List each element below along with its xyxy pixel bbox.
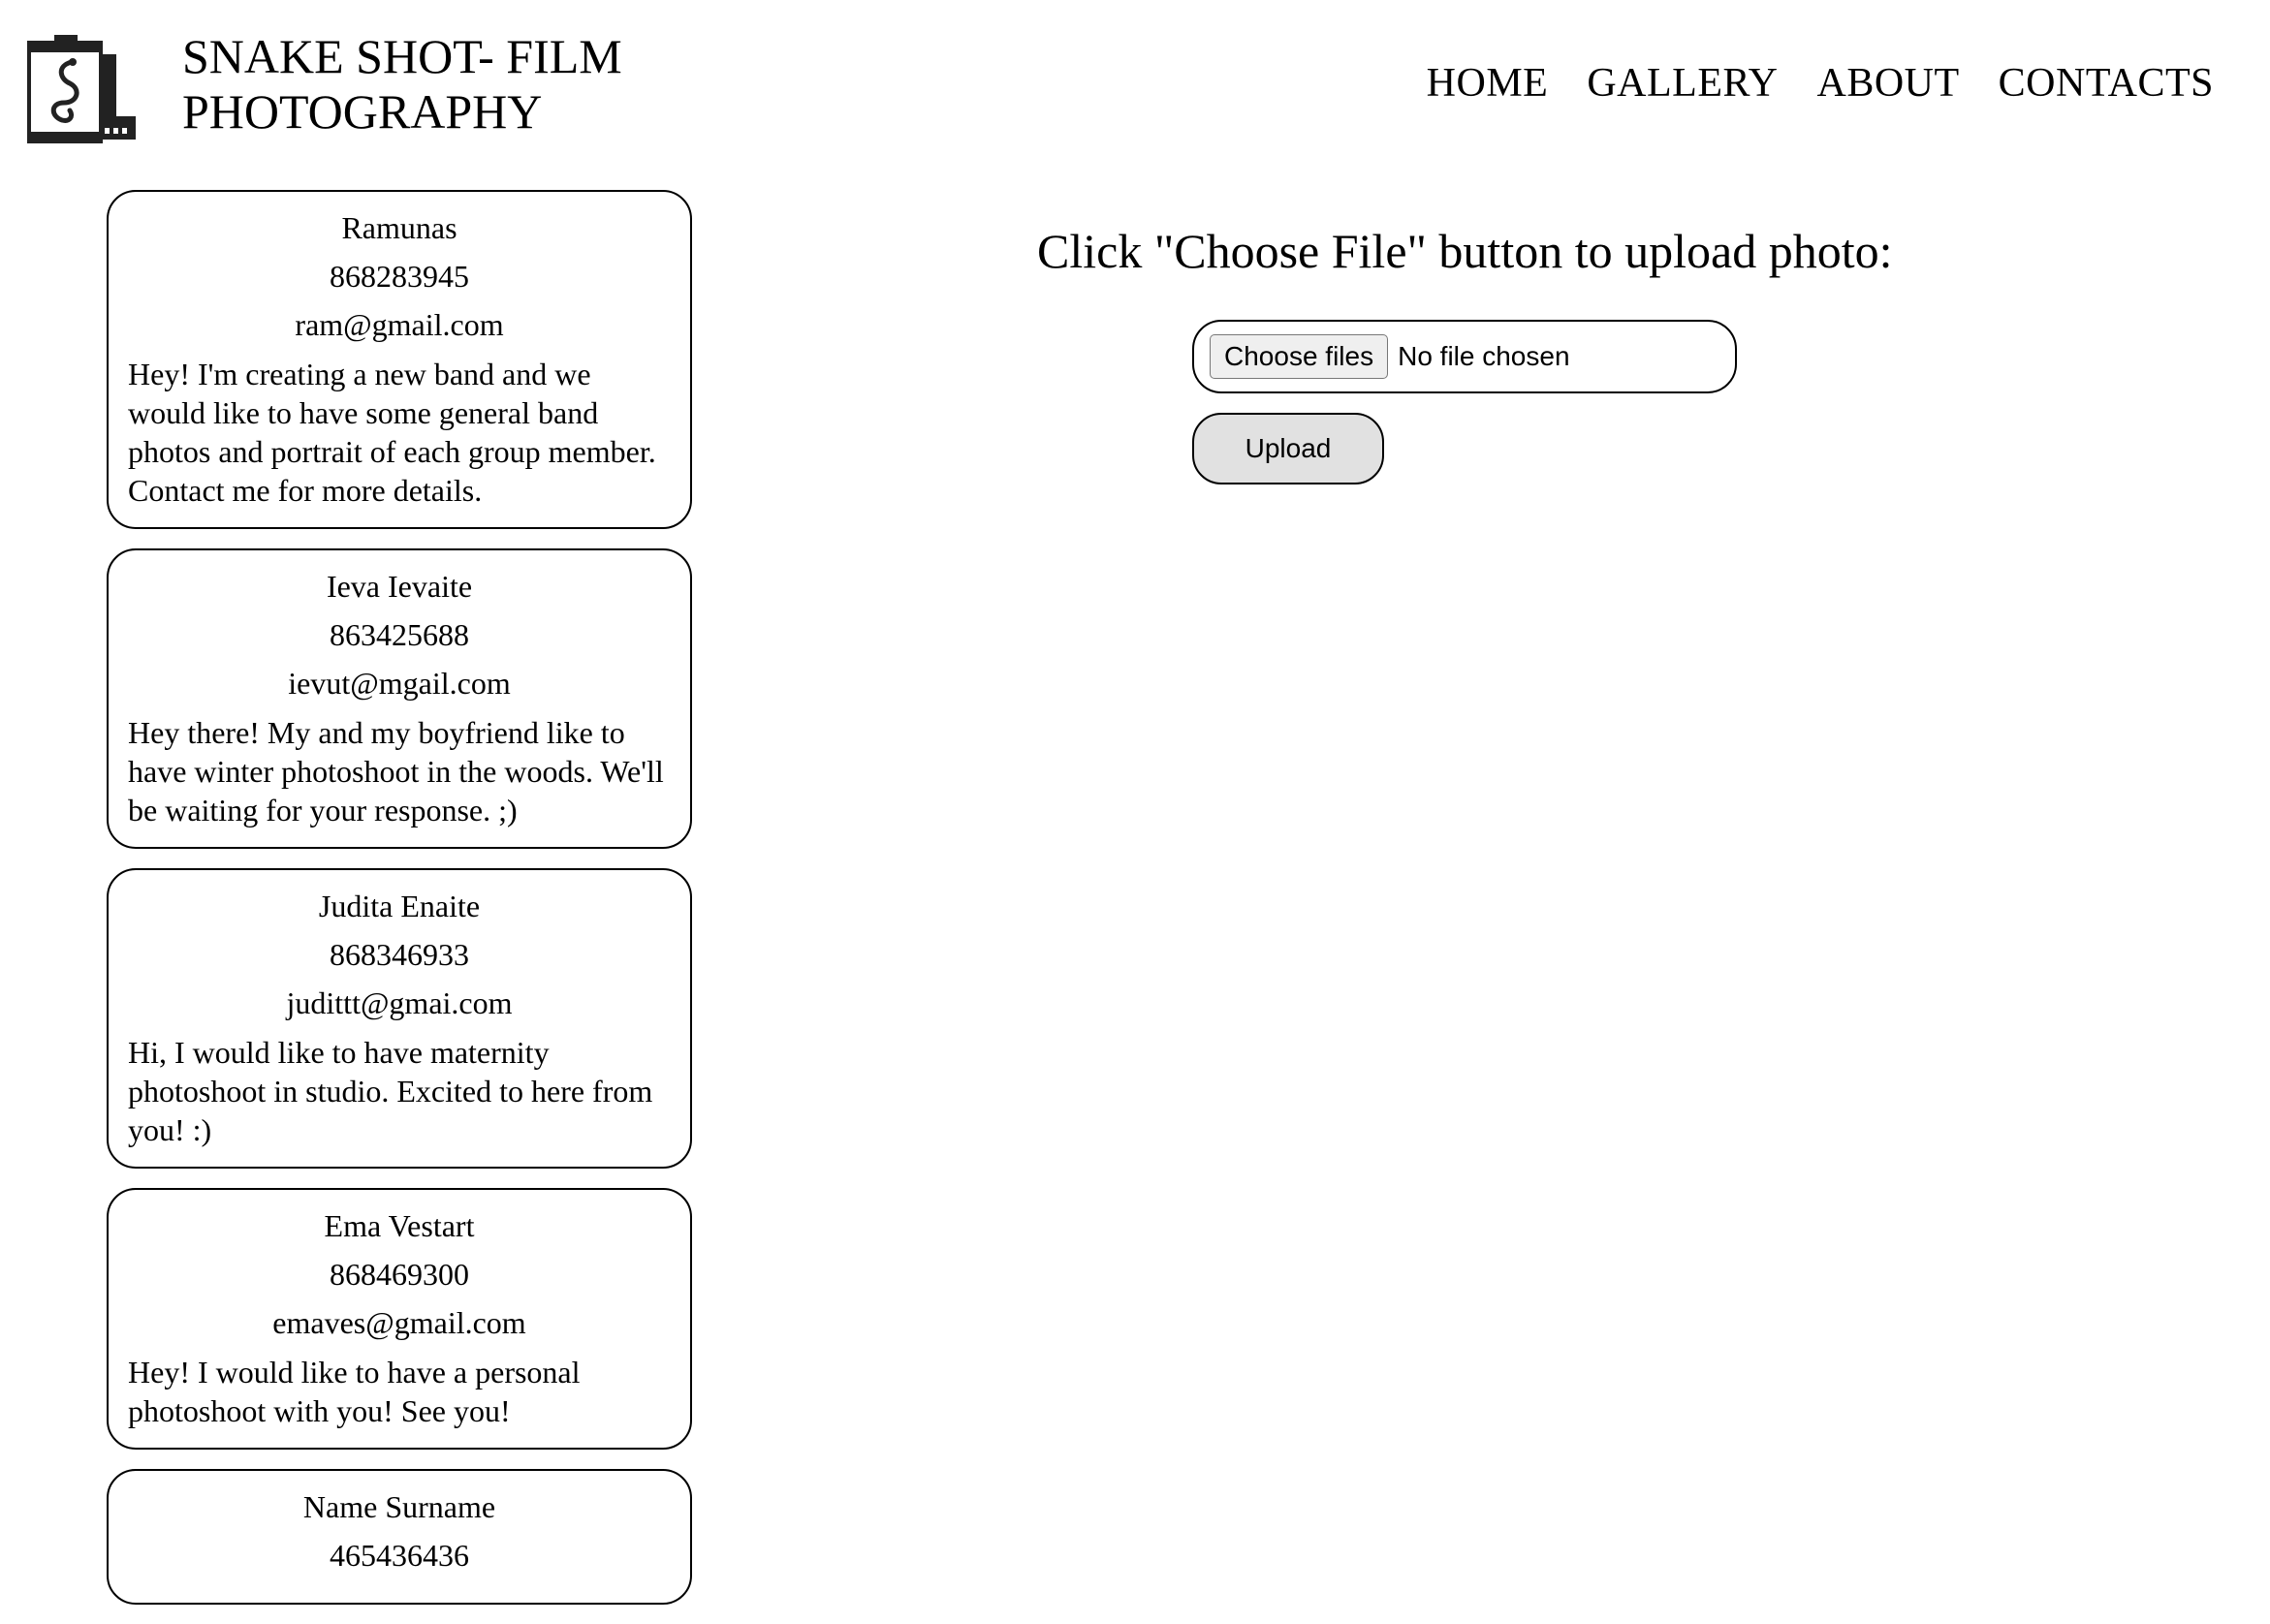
upload-heading: Click "Choose File" button to upload pho… <box>1037 224 1893 278</box>
nav-gallery[interactable]: GALLERY <box>1587 60 1778 107</box>
nav-contacts[interactable]: CONTACTS <box>1999 60 2214 107</box>
card-phone: 868283945 <box>330 259 469 294</box>
message-card: Ramunas 868283945 ram@gmail.com Hey! I'm… <box>107 190 692 529</box>
card-name: Ieva Ievaite <box>326 569 473 604</box>
nav-home[interactable]: HOME <box>1427 60 1549 107</box>
card-name: Judita Enaite <box>318 889 481 923</box>
card-message: Hey there! My and my boyfriend like to h… <box>128 715 664 828</box>
card-phone: 465436436 <box>330 1538 469 1573</box>
message-list: Ramunas 868283945 ram@gmail.com Hey! I'm… <box>107 190 692 1624</box>
message-card: Ieva Ievaite 863425688 ievut@mgail.com H… <box>107 548 692 849</box>
site-title: SNAKE SHOT- FILM PHOTOGRAPHY <box>182 29 622 139</box>
main-nav: HOME GALLERY ABOUT CONTACTS <box>1427 60 2214 107</box>
card-name: Name Surname <box>302 1489 496 1524</box>
file-status-text: No file chosen <box>1398 341 1570 371</box>
card-message: Hey! I'm creating a new band and we woul… <box>128 357 656 508</box>
card-name: Ramunas <box>341 210 457 245</box>
card-phone: 868346933 <box>330 937 469 972</box>
card-email: ram@gmail.com <box>295 307 504 342</box>
card-name: Ema Vestart <box>324 1208 475 1243</box>
message-card: Name Surname 465436436 <box>107 1469 692 1605</box>
message-card: Judita Enaite 868346933 judittt@gmai.com… <box>107 868 692 1169</box>
site-header: SNAKE SHOT- FILM PHOTOGRAPHY HOME GALLER… <box>0 0 2270 165</box>
card-email: emaves@gmail.com <box>272 1305 526 1340</box>
card-message: Hi, I would like to have maternity photo… <box>128 1035 653 1147</box>
card-email: judittt@gmai.com <box>286 985 513 1020</box>
upload-button[interactable]: Upload <box>1192 413 1384 484</box>
film-canister-snake-icon[interactable] <box>27 33 140 145</box>
card-message: Hey! I would like to have a personal pho… <box>128 1355 581 1428</box>
card-email: ievut@mgail.com <box>288 666 511 701</box>
file-input[interactable]: Choose files No file chosen <box>1192 320 1737 393</box>
card-phone: 863425688 <box>330 617 469 652</box>
card-phone: 868469300 <box>330 1257 469 1292</box>
message-card: Ema Vestart 868469300 emaves@gmail.com H… <box>107 1188 692 1450</box>
choose-files-button[interactable]: Choose files <box>1210 334 1389 379</box>
nav-about[interactable]: ABOUT <box>1817 60 1960 107</box>
